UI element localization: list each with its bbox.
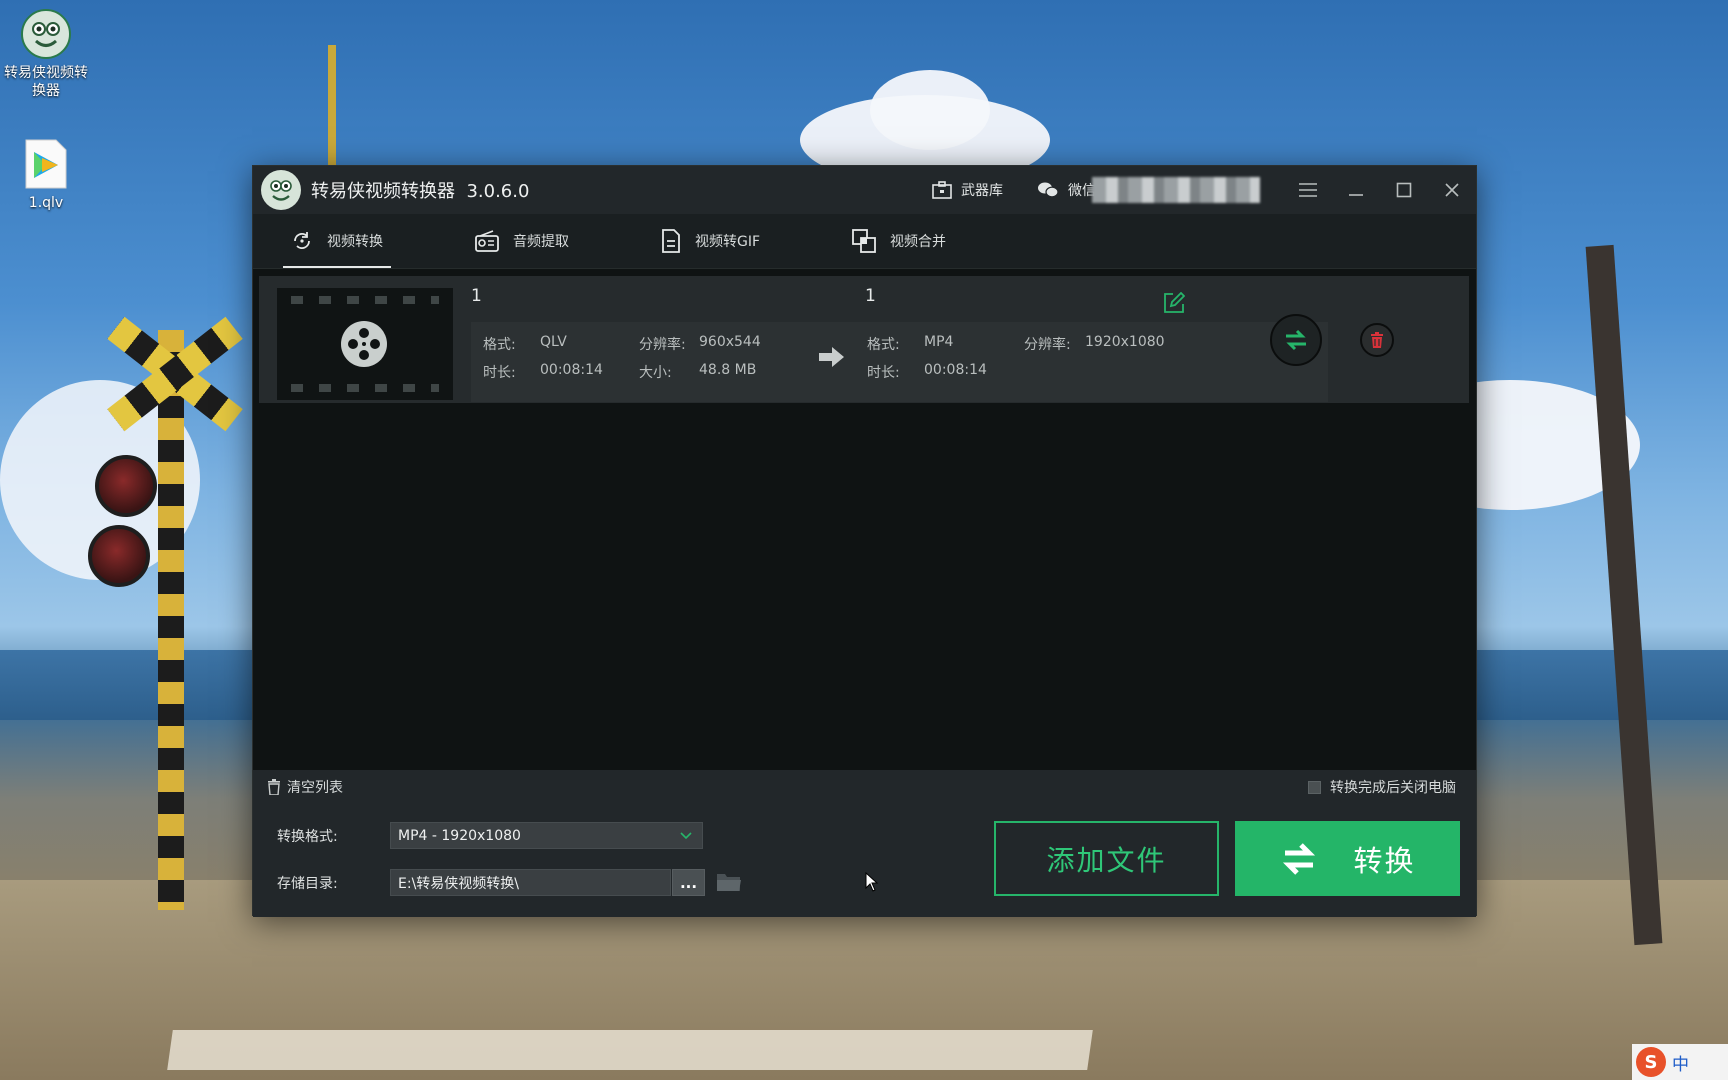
edit-name-icon[interactable] <box>1163 291 1186 318</box>
swap-icon <box>1279 840 1319 878</box>
film-reel-icon <box>341 321 387 367</box>
tab-label: 视频转GIF <box>695 233 761 250</box>
file-row[interactable]: 1 格式: QLV 时长: 00:08:14 分辨率: 960x544 大小: … <box>259 276 1469 403</box>
source-duration-label: 时长: <box>483 365 516 381</box>
convert-label: 转换 <box>1353 843 1416 878</box>
wechat-icon <box>1037 181 1059 199</box>
output-dir-input[interactable]: E:\转易侠视频转换\ <box>390 869 671 896</box>
desktop-icon-label: 1.qlv <box>28 195 64 211</box>
mouse-cursor-icon <box>865 871 879 896</box>
output-dir-label: 存储目录: <box>277 876 338 892</box>
swap-icon <box>1286 329 1306 351</box>
crossing-lamp <box>95 455 157 517</box>
minimize-button[interactable] <box>1332 166 1380 214</box>
redacted-account <box>1092 177 1260 203</box>
wallpaper-crosswalk <box>167 1030 1093 1070</box>
tab-video-merge[interactable]: 视频合并 <box>844 213 954 268</box>
utility-pole <box>1585 244 1663 946</box>
video-converter-app-icon <box>20 8 72 60</box>
film-holes <box>291 384 439 392</box>
desktop-icon-app[interactable]: 转易侠视频转换器 <box>0 8 92 100</box>
sogou-icon: S <box>1636 1047 1666 1077</box>
title-actions: 武器库 微信 <box>932 166 1476 214</box>
target-duration-label: 时长: <box>867 365 900 381</box>
ime-mode-label: 中 <box>1672 1054 1689 1075</box>
menu-icon <box>1299 183 1317 197</box>
arrow-right-icon <box>817 346 845 372</box>
desktop-icon-label: 转易侠视频转换器 <box>4 65 88 99</box>
video-thumbnail <box>277 288 453 400</box>
target-resolution-label: 分辨率: <box>1024 337 1071 353</box>
app-title: 转易侠视频转换器 3.0.6.0 <box>311 181 530 202</box>
converter-window: 转易侠视频转换器 3.0.6.0 武器库 微信 视频转换 音频提取 视频转GIF… <box>252 165 1477 917</box>
target-format-value: MP4 <box>924 334 954 350</box>
desktop-icon-qlv-file[interactable]: 1.qlv <box>0 138 92 212</box>
source-resolution-value: 960x544 <box>699 334 761 350</box>
app-version: 3.0.6.0 <box>466 181 530 202</box>
arsenal-label: 武器库 <box>961 183 1003 199</box>
tencent-video-file-icon <box>20 138 72 190</box>
film-holes <box>291 296 439 304</box>
add-files-button[interactable]: 添加文件 <box>994 821 1219 896</box>
wallpaper-pole <box>328 45 336 165</box>
target-duration-value: 00:08:14 <box>924 362 987 378</box>
file-list: 1 格式: QLV 时长: 00:08:14 分辨率: 960x544 大小: … <box>253 270 1476 770</box>
source-size-label: 大小: <box>639 365 672 381</box>
merge-icon <box>852 228 876 253</box>
tab-label: 音频提取 <box>513 233 569 250</box>
menu-button[interactable] <box>1284 166 1332 214</box>
maximize-icon <box>1396 182 1412 198</box>
trash-icon <box>1371 332 1383 348</box>
list-action-bar: 清空列表 转换完成后关闭电脑 <box>253 770 1476 804</box>
open-folder-icon[interactable] <box>716 871 742 897</box>
tab-label: 视频合并 <box>890 233 947 250</box>
format-label: 转换格式: <box>277 829 338 845</box>
app-logo-icon <box>261 170 301 210</box>
input-method-indicator[interactable]: S 中 <box>1632 1044 1728 1080</box>
output-format-value: MP4 - 1920x1080 <box>398 827 521 844</box>
tab-bar: 视频转换 音频提取 视频转GIF 视频合并 <box>253 214 1476 269</box>
shutdown-option: 转换完成后关闭电脑 <box>1308 777 1456 797</box>
toolbox-icon <box>932 181 952 199</box>
delete-file-button[interactable] <box>1360 323 1394 357</box>
source-format-value: QLV <box>540 334 567 350</box>
output-dir-value: E:\转易侠视频转换\ <box>398 875 519 892</box>
tab-audio-extract[interactable]: 音频提取 <box>467 213 577 268</box>
output-format-select[interactable]: MP4 - 1920x1080 <box>390 822 703 849</box>
browse-button[interactable]: ... <box>672 869 705 896</box>
title-bar[interactable]: 转易侠视频转换器 3.0.6.0 武器库 微信 <box>253 166 1476 214</box>
tab-label: 视频转换 <box>327 233 383 250</box>
clear-list-button[interactable]: 清空列表 <box>267 777 343 797</box>
chevron-down-icon <box>680 828 692 846</box>
convert-all-button[interactable]: 转换 <box>1235 821 1460 896</box>
maximize-button[interactable] <box>1380 166 1428 214</box>
wallpaper-cloud <box>870 70 990 150</box>
settings-footer: 转换格式: MP4 - 1920x1080 存储目录: E:\转易侠视频转换\ … <box>253 804 1476 917</box>
source-size-value: 48.8 MB <box>699 362 757 378</box>
tab-video-to-gif[interactable]: 视频转GIF <box>653 213 768 268</box>
crossing-lamp <box>88 525 150 587</box>
minimize-icon <box>1349 194 1363 196</box>
close-icon <box>1445 183 1459 197</box>
arsenal-button[interactable]: 武器库 <box>932 180 1003 200</box>
close-button[interactable] <box>1428 166 1476 214</box>
radio-icon <box>475 229 499 252</box>
convert-single-button[interactable] <box>1270 314 1322 366</box>
target-format-label: 格式: <box>867 337 900 353</box>
source-file-name: 1 <box>471 286 482 306</box>
document-icon <box>661 228 681 253</box>
clear-list-label: 清空列表 <box>287 780 343 796</box>
target-file-name[interactable]: 1 <box>865 286 876 306</box>
crossing-pole <box>158 330 184 910</box>
trash-icon <box>267 779 281 795</box>
refresh-icon <box>291 230 313 252</box>
shutdown-checkbox[interactable] <box>1308 780 1321 794</box>
source-format-label: 格式: <box>483 337 516 353</box>
source-resolution-label: 分辨率: <box>639 337 686 353</box>
tab-video-convert[interactable]: 视频转换 <box>283 213 391 268</box>
source-duration-value: 00:08:14 <box>540 362 603 378</box>
target-resolution-value: 1920x1080 <box>1085 334 1165 350</box>
shutdown-label: 转换完成后关闭电脑 <box>1330 780 1456 796</box>
wechat-button[interactable]: 微信 <box>1037 180 1096 200</box>
